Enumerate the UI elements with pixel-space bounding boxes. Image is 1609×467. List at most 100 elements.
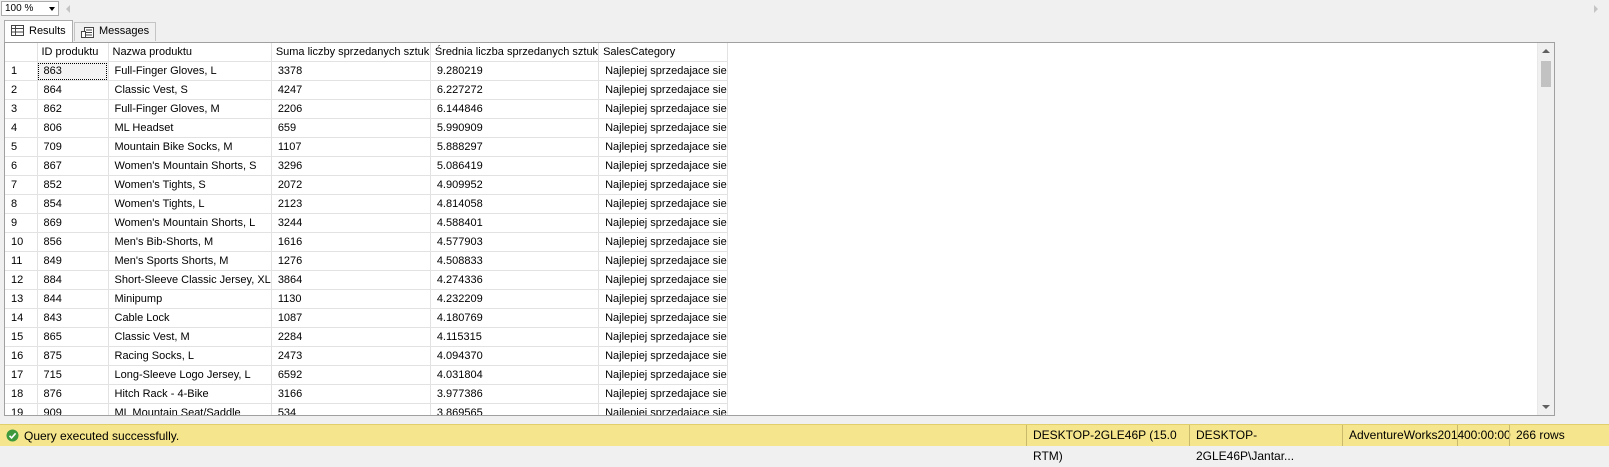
zoom-dropdown[interactable]: 100 % [1,1,59,16]
name-cell[interactable]: Full-Finger Gloves, M [108,99,272,119]
table-row[interactable]: 11 849 Men's Sports Shorts, M 1276 4.508833 N… [5,251,728,271]
table-row[interactable]: 4 806 ML Headset 659 5.990909 Najlepiej sprze… [5,118,728,138]
table-row[interactable]: 7 852 Women's Tights, S 2072 4.909952 Najlepi… [5,175,728,195]
scroll-left-icon[interactable] [66,5,70,13]
sum-cell[interactable]: 4247 [271,80,431,100]
name-cell[interactable]: Men's Sports Shorts, M [108,251,272,271]
row-number-cell[interactable]: 2 [5,80,38,100]
avg-cell[interactable]: 4.274336 [430,270,600,290]
category-cell[interactable]: Najlepiej sprzedajace sie [598,270,728,290]
sum-cell[interactable]: 6592 [271,365,431,385]
id-cell[interactable]: 876 [37,384,109,404]
row-number-cell[interactable]: 16 [5,346,38,366]
category-cell[interactable]: Najlepiej sprzedajace sie [598,99,728,119]
avg-cell[interactable]: 4.909952 [430,175,600,195]
category-cell[interactable]: Najlepiej sprzedajace sie [598,175,728,195]
table-row[interactable]: 18 876 Hitch Rack - 4-Bike 3166 3.977386 Najl… [5,384,728,404]
avg-cell[interactable]: 4.814058 [430,194,600,214]
column-header-category[interactable]: SalesCategory [598,43,728,62]
name-cell[interactable]: Women's Tights, L [108,194,272,214]
column-header-sum[interactable]: Suma liczby sprzedanych sztuk [271,43,431,62]
id-cell[interactable]: 849 [37,251,109,271]
avg-cell[interactable]: 4.031804 [430,365,600,385]
category-cell[interactable]: Najlepiej sprzedajace sie [598,80,728,100]
category-cell[interactable]: Najlepiej sprzedajace sie [598,118,728,138]
sum-cell[interactable]: 3296 [271,156,431,176]
sum-cell[interactable]: 3244 [271,213,431,233]
row-number-cell[interactable]: 19 [5,403,38,415]
table-row[interactable]: 8 854 Women's Tights, L 2123 4.814058 Najlepi… [5,194,728,214]
avg-cell[interactable]: 5.990909 [430,118,600,138]
category-cell[interactable]: Najlepiej sprzedajace sie [598,403,728,415]
avg-cell[interactable]: 5.888297 [430,137,600,157]
table-row[interactable]: 19 909 ML Mountain Seat/Saddle 534 3.869565 N… [5,403,728,415]
horizontal-scrollbar[interactable] [62,1,1602,16]
row-number-cell[interactable]: 11 [5,251,38,271]
row-number-cell[interactable]: 4 [5,118,38,138]
table-row[interactable]: 6 867 Women's Mountain Shorts, S 3296 5.0864… [5,156,728,176]
category-cell[interactable]: Najlepiej sprzedajace sie [598,365,728,385]
row-number-cell[interactable]: 18 [5,384,38,404]
sum-cell[interactable]: 1616 [271,232,431,252]
avg-cell[interactable]: 4.508833 [430,251,600,271]
table-row[interactable]: 13 844 Minipump 1130 4.232209 Najlepiej sprze… [5,289,728,309]
results-grid[interactable]: ID produktu Nazwa produktu Suma liczby s… [4,42,1555,416]
row-number-cell[interactable]: 17 [5,365,38,385]
category-cell[interactable]: Najlepiej sprzedajace sie [598,137,728,157]
name-cell[interactable]: Classic Vest, S [108,80,272,100]
row-number-cell[interactable]: 3 [5,99,38,119]
sum-cell[interactable]: 1276 [271,251,431,271]
id-cell[interactable]: 852 [37,175,109,195]
id-cell[interactable]: 843 [37,308,109,328]
name-cell[interactable]: Women's Mountain Shorts, L [108,213,272,233]
category-cell[interactable]: Najlepiej sprzedajace sie [598,289,728,309]
row-number-cell[interactable]: 1 [5,61,38,81]
sum-cell[interactable]: 3166 [271,384,431,404]
table-row[interactable]: 16 875 Racing Socks, L 2473 4.094370 Najlepie… [5,346,728,366]
table-row[interactable]: 1 863 Full-Finger Gloves, L 3378 9.280219 Naj… [5,61,728,81]
sum-cell[interactable]: 2473 [271,346,431,366]
table-row[interactable]: 10 856 Men's Bib-Shorts, M 1616 4.577903 Najl… [5,232,728,252]
row-number-cell[interactable]: 6 [5,156,38,176]
id-cell[interactable]: 884 [37,270,109,290]
table-row[interactable]: 5 709 Mountain Bike Socks, M 1107 5.888297 Na… [5,137,728,157]
id-cell[interactable]: 862 [37,99,109,119]
sum-cell[interactable]: 2072 [271,175,431,195]
avg-cell[interactable]: 3.869565 [430,403,600,415]
row-number-cell[interactable]: 10 [5,232,38,252]
avg-cell[interactable]: 3.977386 [430,384,600,404]
category-cell[interactable]: Najlepiej sprzedajace sie [598,156,728,176]
table-row[interactable]: 9 869 Women's Mountain Shorts, L 3244 4.5884… [5,213,728,233]
table-row[interactable]: 15 865 Classic Vest, M 2284 4.115315 Najlepie… [5,327,728,347]
name-cell[interactable]: Long-Sleeve Logo Jersey, L [108,365,272,385]
avg-cell[interactable]: 6.227272 [430,80,600,100]
name-cell[interactable]: Men's Bib-Shorts, M [108,232,272,252]
name-cell[interactable]: Short-Sleeve Classic Jersey, XL [108,270,272,290]
category-cell[interactable]: Najlepiej sprzedajace sie [598,327,728,347]
sum-cell[interactable]: 3864 [271,270,431,290]
sum-cell[interactable]: 1130 [271,289,431,309]
category-cell[interactable]: Najlepiej sprzedajace sie [598,61,728,81]
name-cell[interactable]: ML Headset [108,118,272,138]
id-cell[interactable]: 844 [37,289,109,309]
tab-messages[interactable]: Messages [74,22,157,41]
category-cell[interactable]: Najlepiej sprzedajace sie [598,384,728,404]
avg-cell[interactable]: 4.577903 [430,232,600,252]
avg-cell[interactable]: 4.588401 [430,213,600,233]
category-cell[interactable]: Najlepiej sprzedajace sie [598,213,728,233]
avg-cell[interactable]: 4.180769 [430,308,600,328]
row-number-cell[interactable]: 14 [5,308,38,328]
row-number-cell[interactable]: 12 [5,270,38,290]
scroll-right-icon[interactable] [1594,5,1598,13]
id-cell[interactable]: 909 [37,403,109,415]
sum-cell[interactable]: 1107 [271,137,431,157]
id-cell[interactable]: 863 [37,61,109,81]
table-row[interactable]: 12 884 Short-Sleeve Classic Jersey, XL 3864… [5,270,728,290]
avg-cell[interactable]: 6.144846 [430,99,600,119]
column-header-id[interactable]: ID produktu [37,43,109,62]
sum-cell[interactable]: 1087 [271,308,431,328]
name-cell[interactable]: ML Mountain Seat/Saddle [108,403,272,415]
row-number-cell[interactable]: 9 [5,213,38,233]
id-cell[interactable]: 865 [37,327,109,347]
sum-cell[interactable]: 2123 [271,194,431,214]
